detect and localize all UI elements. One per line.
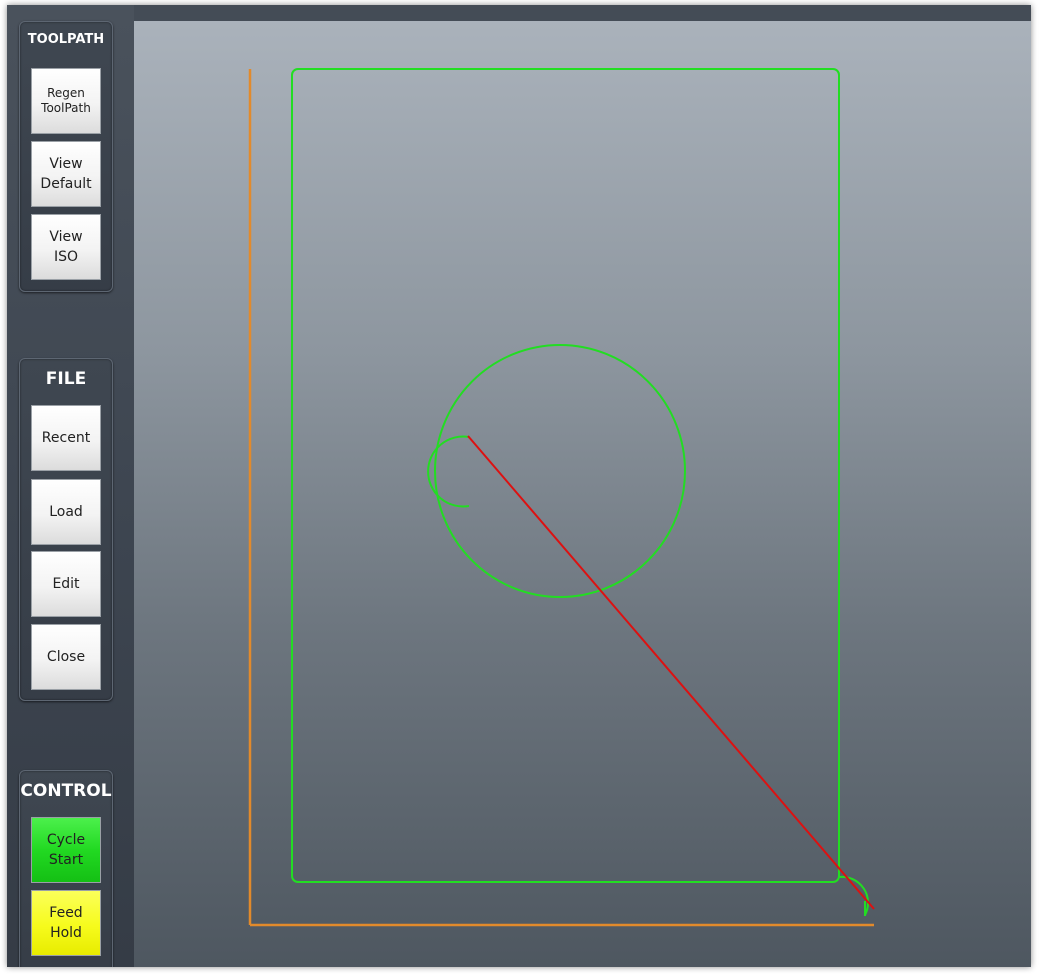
toolpath-canvas bbox=[248, 68, 875, 927]
load-button[interactable]: Load bbox=[31, 479, 101, 545]
toolpath-panel: TOOLPATH Regen ToolPath View Default Vie… bbox=[19, 21, 113, 292]
app-window: TOOLPATH Regen ToolPath View Default Vie… bbox=[7, 5, 1031, 967]
view-default-button[interactable]: View Default bbox=[31, 141, 101, 207]
file-panel-title: FILE bbox=[45, 369, 87, 389]
toolpath-rectangle bbox=[291, 68, 840, 883]
view-iso-button[interactable]: View ISO bbox=[31, 214, 101, 280]
sidebar: TOOLPATH Regen ToolPath View Default Vie… bbox=[7, 5, 134, 967]
control-panel: CONTROL Cycle Start Feed Hold bbox=[19, 770, 113, 967]
regen-toolpath-button[interactable]: Regen ToolPath bbox=[31, 68, 101, 134]
toolpath-circle bbox=[434, 344, 686, 598]
feed-hold-button[interactable]: Feed Hold bbox=[31, 890, 101, 956]
edit-button[interactable]: Edit bbox=[31, 551, 101, 617]
control-panel-title: CONTROL bbox=[20, 781, 112, 801]
cycle-start-button[interactable]: Cycle Start bbox=[31, 817, 101, 883]
file-panel: FILE Recent Load Edit Close bbox=[19, 358, 113, 701]
toolpath-viewport[interactable] bbox=[134, 21, 1031, 967]
viewport-top-strip bbox=[134, 5, 1031, 21]
close-button[interactable]: Close bbox=[31, 624, 101, 690]
recent-button[interactable]: Recent bbox=[31, 405, 101, 471]
toolpath-panel-title: TOOLPATH bbox=[27, 32, 105, 47]
rapid-move-line bbox=[467, 435, 875, 910]
